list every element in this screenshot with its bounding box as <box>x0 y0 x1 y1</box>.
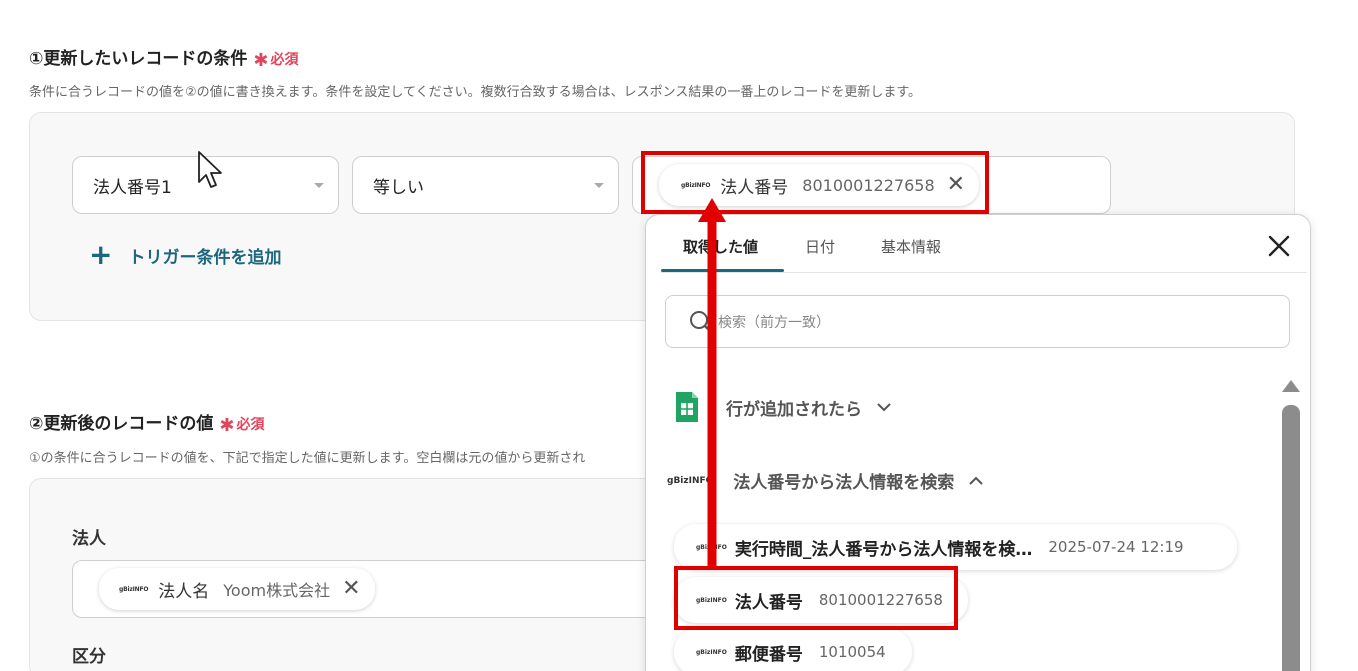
scrollbar-thumb[interactable] <box>1282 405 1300 671</box>
search-input[interactable]: 検索（前方一致） <box>665 295 1290 348</box>
group-label: 法人番号から法人情報を検索 <box>733 473 955 493</box>
condition-operator-value: 等しい <box>373 177 424 198</box>
tab-basic-info[interactable]: 基本情報 <box>881 236 941 257</box>
red-arrow-icon <box>698 198 726 566</box>
dropdown-caret-icon <box>314 183 324 188</box>
gbizinfo-icon: gBizINFO <box>696 648 727 656</box>
gbizinfo-icon: gBizINFO <box>119 585 149 593</box>
item-value: 2025-07-24 12:19 <box>1048 538 1184 556</box>
section2-description: ①の条件に合うレコードの値を、下記で指定した値に更新します。空白欄は元の値から更… <box>29 451 586 466</box>
chevron-up-icon <box>969 476 984 485</box>
dropdown-caret-icon <box>594 183 604 188</box>
section2-title-text: ②更新後のレコードの値 <box>29 414 214 434</box>
section1-title-text: ①更新したいレコードの条件 <box>29 49 248 69</box>
chip-remove-icon[interactable]: ✕ <box>342 578 360 600</box>
item-value: 1010054 <box>818 643 886 661</box>
add-condition-button[interactable]: + トリガー条件を追加 <box>89 241 281 269</box>
list-item-exec-time[interactable]: gBizINFO 実行時間_法人番号から法人情報を検… 2025-07-24 1… <box>674 524 1237 570</box>
highlight-box-corporate-number <box>674 566 958 630</box>
field-label-houjin: 法人 <box>72 529 106 549</box>
chip-value: Yoom株式会社 <box>223 581 331 600</box>
condition-operator-select[interactable]: 等しい <box>352 156 619 214</box>
highlight-box-condition-value <box>641 151 989 214</box>
close-icon[interactable] <box>1268 235 1290 257</box>
chip-label: 法人名 <box>158 581 210 602</box>
item-label: 実行時間_法人番号から法人情報を検… <box>734 539 1033 560</box>
required-badge: ✱ 必須 <box>253 50 299 71</box>
required-badge: ✱ 必須 <box>219 415 265 436</box>
condition-field-value: 法人番号1 <box>93 177 172 198</box>
section1-description: 条件に合うレコードの値を②の値に書き換えます。条件を設定してください。複数行合致… <box>29 85 922 100</box>
chevron-down-icon <box>877 403 891 412</box>
required-star-icon: ✱ <box>253 50 269 71</box>
scroll-up-arrow-icon[interactable] <box>1281 378 1301 394</box>
section2-title: ②更新後のレコードの値 ✱ 必須 <box>29 409 265 436</box>
section1-title: ①更新したいレコードの条件 ✱ 必須 <box>29 44 299 71</box>
plus-icon: + <box>89 238 113 271</box>
required-star-icon: ✱ <box>219 415 235 436</box>
search-placeholder: 検索（前方一致） <box>718 314 830 331</box>
add-condition-label: トリガー条件を追加 <box>128 247 282 268</box>
field-houjin-chip[interactable]: gBizINFO 法人名 Yoom株式会社 ✕ <box>99 568 375 610</box>
required-label: 必須 <box>236 417 265 433</box>
group-label: 行が追加されたら <box>726 399 862 420</box>
required-label: 必須 <box>270 52 299 68</box>
item-label: 郵便番号 <box>734 644 803 665</box>
field-label-kubun: 区分 <box>72 647 106 667</box>
list-item-postal-code[interactable]: gBizINFO 郵便番号 1010054 <box>674 629 912 671</box>
mouse-cursor-icon <box>198 151 222 188</box>
tab-date[interactable]: 日付 <box>805 236 835 257</box>
tab-divider <box>661 272 1307 273</box>
